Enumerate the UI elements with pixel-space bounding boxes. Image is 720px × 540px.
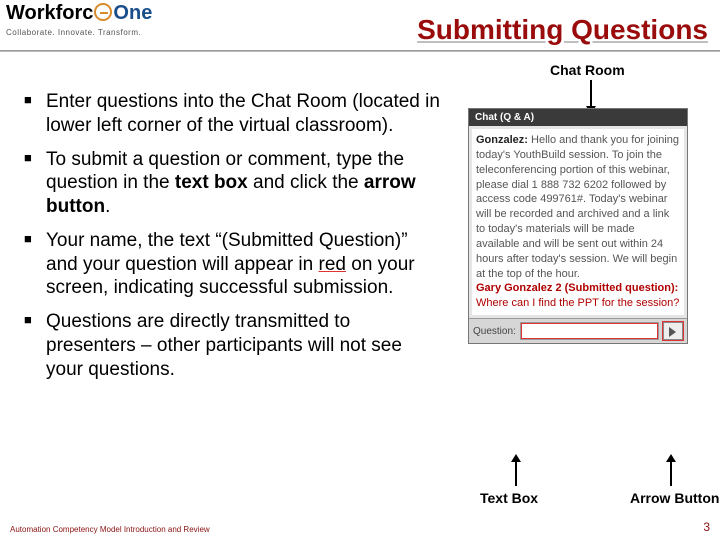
- bullet-item: Enter questions into the Chat Room (loca…: [24, 90, 444, 138]
- chat-submitted-text: Where can I find the PPT for the session…: [476, 297, 679, 309]
- footer-text: Automation Competency Model Introduction…: [10, 525, 210, 534]
- label-chat-room: Chat Room: [550, 62, 625, 78]
- slide-title: Submitting Questions: [417, 14, 708, 46]
- logo-text-a: Workforc: [6, 2, 93, 24]
- arrow-to-chat: [590, 80, 592, 108]
- bullet-list: Enter questions into the Chat Room (loca…: [24, 90, 444, 391]
- bullet-item: Questions are directly transmitted to pr…: [24, 310, 444, 381]
- chat-text-input[interactable]: [520, 322, 659, 340]
- slide-number: 3: [703, 520, 710, 534]
- chat-input-row: Question:: [469, 318, 687, 343]
- label-text-box: Text Box: [480, 490, 538, 506]
- arrow-to-arrow-button: [670, 460, 672, 486]
- logo: Workforc One: [6, 2, 152, 25]
- arrow-to-textbox: [515, 460, 517, 486]
- header-divider: [0, 50, 720, 52]
- label-arrow-button: Arrow Button: [630, 490, 720, 506]
- bullet-item: Your name, the text “(Submitted Question…: [24, 229, 444, 300]
- logo-tagline: Collaborate. Innovate. Transform.: [6, 28, 141, 37]
- logo-text-b: One: [113, 2, 152, 24]
- bullet-item: To submit a question or comment, type th…: [24, 148, 444, 219]
- chat-panel: Chat (Q & A) Gonzalez: Hello and thank y…: [468, 108, 688, 344]
- chat-speaker: Gonzalez:: [476, 134, 528, 146]
- logo-e-icon: [94, 3, 112, 21]
- chat-title-bar: Chat (Q & A): [469, 109, 687, 126]
- chat-input-label: Question:: [473, 326, 516, 337]
- chat-message: Hello and thank you for joining today's …: [476, 134, 679, 280]
- chat-transcript: Gonzalez: Hello and thank you for joinin…: [472, 129, 684, 315]
- chat-submitted-name: Gary Gonzalez 2 (Submitted question):: [476, 282, 678, 294]
- chat-send-button[interactable]: [663, 322, 683, 340]
